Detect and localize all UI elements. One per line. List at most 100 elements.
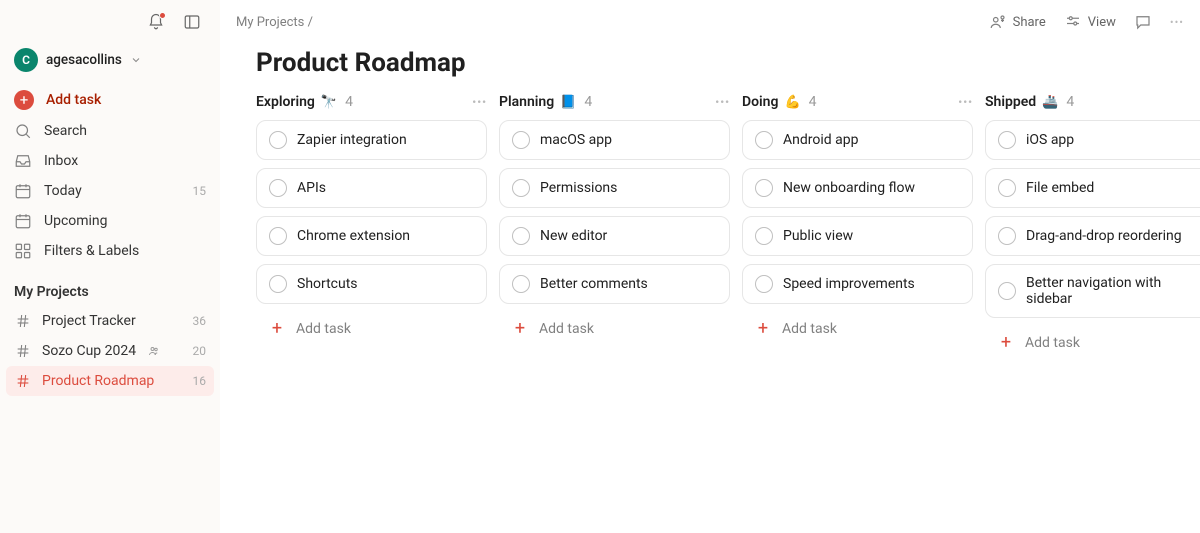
check-circle[interactable] (998, 227, 1016, 245)
view-label: View (1088, 15, 1116, 30)
check-circle[interactable] (512, 131, 530, 149)
card-title: APIs (297, 180, 326, 196)
nav-inbox[interactable]: Inbox (6, 146, 214, 176)
column-exploring: Exploring 🔭 4 ••• Zapier integration API… (256, 94, 487, 360)
task-card[interactable]: APIs (256, 168, 487, 208)
project-sozo[interactable]: Sozo Cup 2024 20 (6, 336, 214, 366)
check-circle[interactable] (998, 282, 1016, 300)
check-circle[interactable] (755, 131, 773, 149)
more-button[interactable]: ••• (1170, 16, 1184, 29)
more-icon: ••• (1170, 16, 1184, 29)
project-tracker[interactable]: Project Tracker 36 (6, 306, 214, 336)
view-button[interactable]: View (1064, 13, 1116, 31)
plus-icon: + (268, 320, 286, 338)
topbar: My Projects / Share View ••• (220, 0, 1200, 44)
check-circle[interactable] (269, 131, 287, 149)
column-header[interactable]: Shipped 🚢 4 ••• (985, 94, 1200, 120)
task-card[interactable]: macOS app (499, 120, 730, 160)
title-row: Product Roadmap (220, 44, 1200, 94)
nav-today[interactable]: Today 15 (6, 176, 214, 206)
add-task-label: Add task (296, 321, 351, 337)
card-title: Better navigation with sidebar (1026, 275, 1200, 307)
column-more-icon[interactable]: ••• (715, 96, 730, 109)
check-circle[interactable] (512, 227, 530, 245)
shared-icon (148, 345, 160, 357)
column-emoji: 🚢 (1042, 95, 1058, 110)
add-task-column-button[interactable]: + Add task (985, 326, 1200, 360)
add-task-label: Add task (46, 92, 101, 108)
task-card[interactable]: iOS app (985, 120, 1200, 160)
add-task-column-button[interactable]: + Add task (742, 312, 973, 346)
task-card[interactable]: Android app (742, 120, 973, 160)
project-label: Product Roadmap (42, 373, 154, 389)
task-card[interactable]: Permissions (499, 168, 730, 208)
check-circle[interactable] (512, 275, 530, 293)
today-icon (14, 182, 32, 200)
task-card[interactable]: New onboarding flow (742, 168, 973, 208)
page-title: Product Roadmap (256, 48, 1184, 78)
check-circle[interactable] (269, 227, 287, 245)
task-card[interactable]: Drag-and-drop reordering (985, 216, 1200, 256)
column-header[interactable]: Doing 💪 4 ••• (742, 94, 973, 120)
card-title: Shortcuts (297, 276, 358, 292)
column-header[interactable]: Exploring 🔭 4 ••• (256, 94, 487, 120)
task-card[interactable]: File embed (985, 168, 1200, 208)
notifications-icon[interactable] (144, 10, 168, 34)
check-circle[interactable] (755, 275, 773, 293)
hash-icon (14, 342, 32, 360)
card-title: Public view (783, 228, 853, 244)
check-circle[interactable] (755, 227, 773, 245)
check-circle[interactable] (269, 275, 287, 293)
add-task-column-button[interactable]: +Add task (499, 312, 730, 346)
check-circle[interactable] (755, 179, 773, 197)
card-title: New onboarding flow (783, 180, 915, 196)
card-title: Permissions (540, 180, 617, 196)
add-task-label: Add task (782, 321, 837, 337)
check-circle[interactable] (512, 179, 530, 197)
plus-icon: + (754, 320, 772, 338)
nav-label: Search (44, 123, 87, 139)
column-header[interactable]: Planning 📘 4 ••• (499, 94, 730, 120)
task-card[interactable]: Chrome extension (256, 216, 487, 256)
nav-search[interactable]: Search (6, 116, 214, 146)
column-count: 4 (345, 94, 353, 110)
task-card[interactable]: Better comments (499, 264, 730, 304)
column-more-icon[interactable]: ••• (958, 96, 973, 109)
check-circle[interactable] (269, 179, 287, 197)
user-menu[interactable]: C agesacollins (6, 42, 214, 78)
task-card[interactable]: Public view (742, 216, 973, 256)
column-more-icon[interactable]: ••• (472, 96, 487, 109)
nav-label: Inbox (44, 153, 78, 169)
comments-button[interactable] (1134, 13, 1152, 31)
sidebar-toggle-icon[interactable] (180, 10, 204, 34)
add-task-button[interactable]: + Add task (6, 84, 214, 116)
add-task-column-button[interactable]: + Add task (256, 312, 487, 346)
add-task-label: Add task (1025, 335, 1080, 351)
inbox-icon (14, 152, 32, 170)
add-task-label: Add task (539, 321, 594, 337)
comment-icon (1134, 13, 1152, 31)
search-icon (14, 122, 32, 140)
breadcrumb[interactable]: My Projects / (236, 15, 313, 30)
task-card[interactable]: Shortcuts (256, 264, 487, 304)
check-circle[interactable] (998, 179, 1016, 197)
task-card[interactable]: Speed improvements (742, 264, 973, 304)
nav-filters[interactable]: Filters & Labels (6, 236, 214, 266)
username: agesacollins (46, 52, 122, 68)
project-count: 16 (193, 374, 207, 388)
plus-icon: + (997, 334, 1015, 352)
check-circle[interactable] (998, 131, 1016, 149)
task-card[interactable]: New editor (499, 216, 730, 256)
card-title: iOS app (1026, 132, 1074, 148)
column-count: 4 (1066, 94, 1074, 110)
share-button[interactable]: Share (989, 13, 1046, 31)
sidebar: C agesacollins + Add task Search Inbox T… (0, 0, 220, 533)
column-emoji: 🔭 (321, 95, 337, 110)
project-roadmap[interactable]: Product Roadmap 16 (6, 366, 214, 396)
card-title: Android app (783, 132, 858, 148)
projects-section-title[interactable]: My Projects (6, 266, 214, 306)
card-title: macOS app (540, 132, 612, 148)
nav-upcoming[interactable]: Upcoming (6, 206, 214, 236)
task-card[interactable]: Zapier integration (256, 120, 487, 160)
task-card[interactable]: Better navigation with sidebar (985, 264, 1200, 318)
